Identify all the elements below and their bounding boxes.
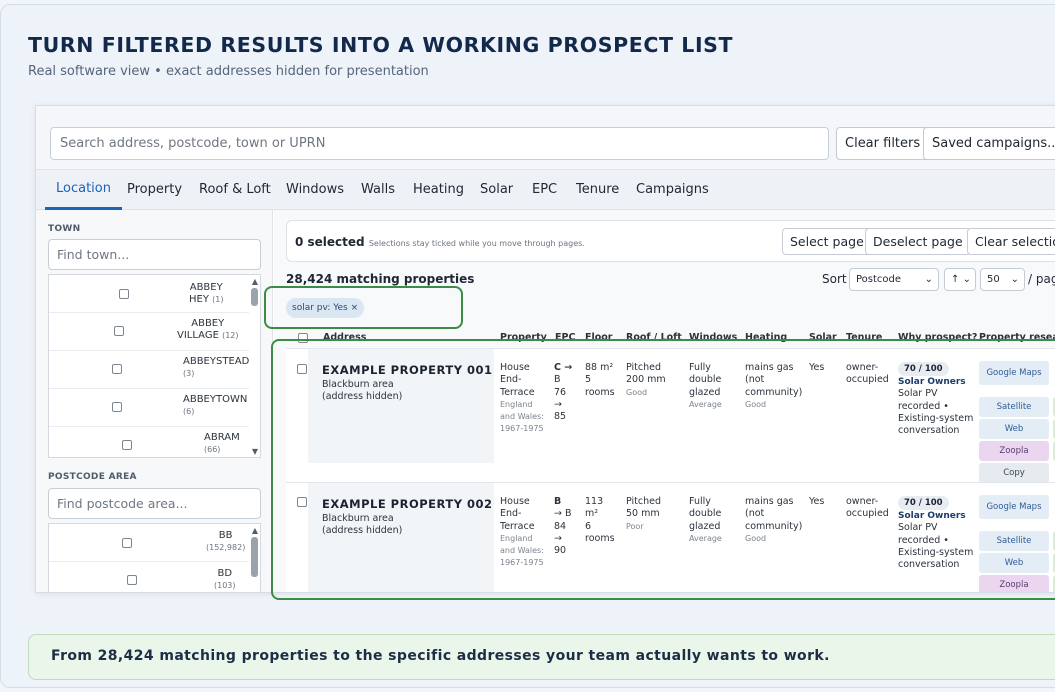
town-name-2: HEY — [189, 294, 209, 305]
chevron-down-icon: ⌄ — [962, 274, 971, 285]
headline: TURN FILTERED RESULTS INTO A WORKING PRO… — [28, 33, 734, 57]
saved-campaigns-label: Saved campaigns... — [932, 136, 1055, 151]
town-name-2: VILLAGE — [177, 330, 219, 341]
postcode-option[interactable]: BB (152,982) — [49, 524, 249, 562]
postcode-label: POSTCODE AREA — [48, 472, 137, 482]
sort-select[interactable]: Postcode ⌄ — [849, 268, 939, 291]
town-search-input[interactable]: Find town... — [48, 239, 261, 270]
town-option[interactable]: ABBEYTOWN (6) — [49, 389, 249, 427]
subheadline: Real software view • exact addresses hid… — [28, 64, 429, 79]
town-count: (66) — [204, 445, 221, 454]
sort-direction: ↑ — [951, 274, 960, 285]
postcode-name: BB — [218, 530, 233, 541]
tab-tenure[interactable]: Tenure — [576, 170, 619, 210]
select-page-button[interactable]: Select page — [782, 228, 872, 255]
tab-heating[interactable]: Heating — [413, 170, 464, 210]
search-input[interactable]: Search address, postcode, town or UPRN — [50, 127, 829, 160]
callout-banner: From 28,424 matching properties to the s… — [28, 634, 1055, 680]
saved-campaigns-select[interactable]: Saved campaigns... ⌄ — [923, 127, 1055, 160]
postcode-option[interactable]: BD (103) — [49, 562, 249, 592]
tab-solar[interactable]: Solar — [480, 170, 513, 210]
clear-selection-button[interactable]: Clear selection — [967, 228, 1055, 255]
filter-chip-highlight — [264, 286, 463, 329]
filter-sidebar: TOWN Find town... ABBEY HEY (1) ABBEY VILL… — [36, 210, 273, 592]
town-option[interactable]: ABBEYSTEAD (3) — [49, 351, 249, 389]
deselect-page-button[interactable]: Deselect page — [865, 228, 971, 255]
chevron-down-icon: ⌄ — [924, 274, 933, 285]
tab-epc[interactable]: EPC — [532, 170, 557, 210]
selection-note: Selections stay ticked while you move th… — [368, 239, 585, 248]
presentation-card: TURN FILTERED RESULTS INTO A WORKING PRO… — [0, 4, 1055, 688]
town-name: ABBEYTOWN — [183, 394, 248, 405]
postcode-checkbox[interactable] — [122, 538, 132, 548]
postcode-name: BD — [217, 568, 233, 579]
town-count: (1) — [212, 295, 224, 304]
selected-count: 0 selected — [295, 235, 365, 249]
town-option[interactable]: ABBEY HEY (1) — [49, 275, 249, 313]
toolbar: Search address, postcode, town or UPRN C… — [36, 106, 1055, 170]
town-name: ABBEY — [189, 282, 223, 293]
tab-location[interactable]: Location — [45, 170, 122, 210]
scroll-up-icon[interactable]: ▲ — [252, 526, 258, 535]
postcode-checkbox[interactable] — [127, 575, 137, 585]
sort-direction-select[interactable]: ↑ ⌄ — [944, 268, 976, 291]
tab-roof-loft[interactable]: Roof & Loft — [199, 170, 271, 210]
postcode-count: (152,982) — [206, 543, 246, 552]
town-name: ABRAM — [204, 432, 240, 443]
town-count: (6) — [183, 407, 195, 416]
town-checkbox[interactable] — [122, 440, 132, 450]
chevron-down-icon: ⌄ — [1010, 274, 1019, 285]
town-label: TOWN — [48, 224, 81, 234]
town-checkbox[interactable] — [114, 326, 124, 336]
town-name: ABBEY — [191, 318, 225, 329]
scroll-down-icon[interactable]: ▼ — [252, 447, 258, 456]
tab-walls[interactable]: Walls — [361, 170, 395, 210]
town-scrollbar[interactable] — [251, 288, 258, 306]
town-checkbox[interactable] — [112, 364, 122, 374]
postcode-search-input[interactable]: Find postcode area... — [48, 488, 261, 519]
tab-windows[interactable]: Windows — [286, 170, 344, 210]
tab-campaigns[interactable]: Campaigns — [636, 170, 709, 210]
scroll-up-icon[interactable]: ▲ — [252, 277, 258, 286]
sort-label: Sort — [822, 272, 847, 286]
tab-property[interactable]: Property — [127, 170, 182, 210]
postcode-list: BB (152,982) BD (103) ▲ — [48, 523, 261, 592]
per-page-label: / pag — [1028, 272, 1055, 286]
page-size-select[interactable]: 50 ⌄ — [980, 268, 1025, 291]
page-size: 50 — [987, 274, 1000, 285]
postcode-count: (103) — [214, 581, 236, 590]
town-count: (3) — [183, 369, 195, 378]
selection-bar: 0 selected Selections stay ticked while … — [286, 220, 1055, 262]
sort-value: Postcode — [856, 274, 902, 285]
town-option[interactable]: ABBEY VILLAGE (12) — [49, 313, 249, 351]
town-checkbox[interactable] — [119, 289, 129, 299]
town-name: ABBEYSTEAD — [183, 356, 250, 367]
banner-text: From 28,424 matching properties to the s… — [51, 648, 830, 664]
filter-tabs: Location Property Roof & Loft Windows Wa… — [36, 170, 1055, 210]
results-highlight — [271, 339, 1055, 600]
matching-count: 28,424 matching properties — [286, 272, 475, 286]
clear-filters-button[interactable]: Clear filters — [836, 127, 930, 160]
town-checkbox[interactable] — [112, 402, 122, 412]
postcode-scrollbar[interactable] — [251, 537, 258, 577]
town-option[interactable]: ABRAM (66) — [49, 427, 249, 457]
town-list: ABBEY HEY (1) ABBEY VILLAGE (12) ABBEYSTEA… — [48, 274, 261, 458]
town-count: (12) — [222, 331, 239, 340]
